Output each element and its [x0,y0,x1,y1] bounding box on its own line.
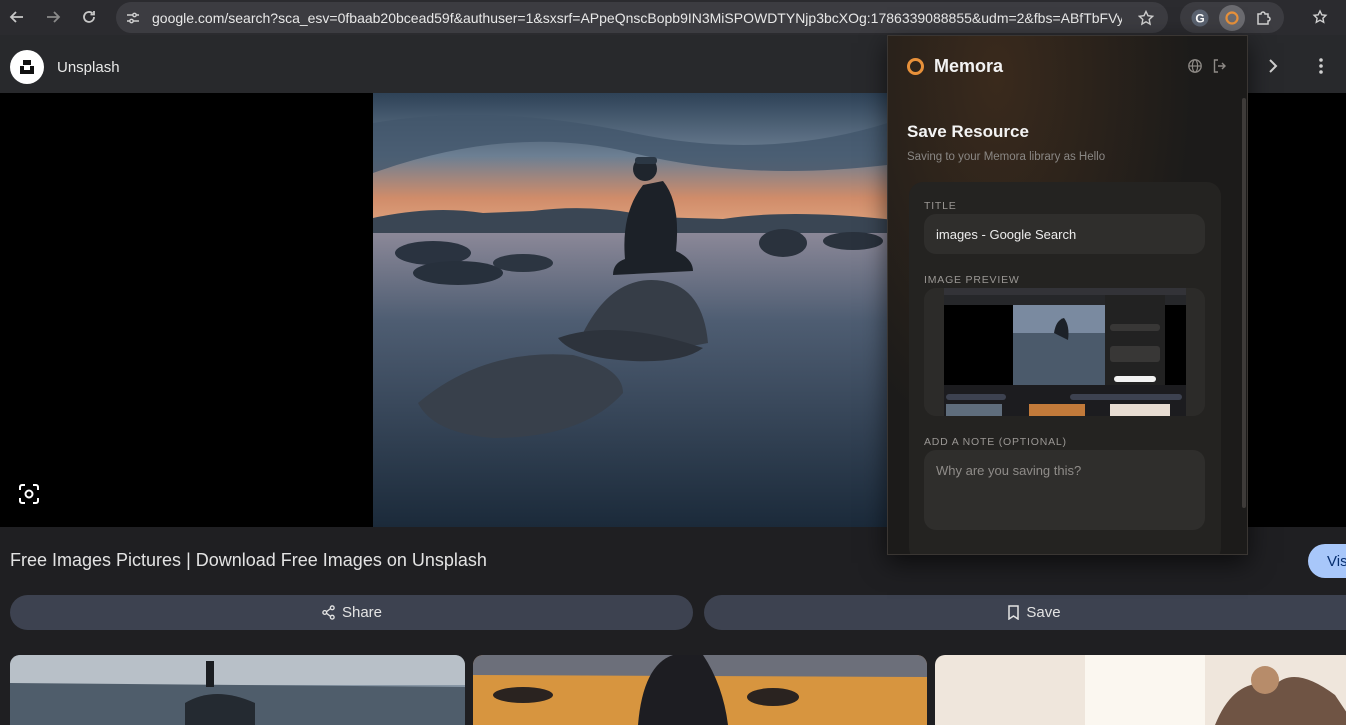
arrow-left-icon [9,11,23,23]
save-label: Save [1026,604,1061,621]
related-photo [935,655,1346,725]
brand-name: Memora [934,56,1004,76]
save-button[interactable]: Save [704,595,1346,630]
unsplash-logo-icon [20,60,34,74]
logout-icon [1213,59,1226,73]
grammar-extension-button[interactable]: G [1187,5,1213,31]
url-text[interactable]: google.com/search?sca_esv=0fbaab20bcead5… [152,10,1122,26]
related-image-3[interactable] [935,655,1346,725]
related-image-2[interactable] [473,655,927,725]
popup-header: Memora [907,56,1003,77]
star-list-icon [1312,9,1328,24]
memora-ring-icon [1225,10,1239,25]
memora-popup: Memora Save Resource Saving to your Memo… [887,35,1248,555]
open-web-app-button[interactable] [1187,58,1203,74]
chevron-right-icon [1269,59,1278,73]
star-icon [1138,10,1154,26]
more-vert-icon [1319,58,1323,74]
lens-search-button[interactable] [16,481,42,507]
more-options-button[interactable] [1310,55,1332,77]
image-preview [924,288,1205,416]
site-name[interactable]: Unsplash [57,59,120,76]
main-image[interactable] [373,93,903,527]
visit-button[interactable]: Vis [1308,544,1346,578]
next-result-button[interactable] [1262,55,1284,77]
screenshot-preview [924,288,1205,416]
lens-icon [19,484,39,504]
related-photo [473,655,927,725]
memora-logo-icon [907,58,924,75]
lake-sunset-photo [373,93,903,527]
popup-scrollbar[interactable] [1242,98,1246,508]
title-field[interactable]: images - Google Search [924,214,1205,254]
extensions-menu-button[interactable] [1251,5,1277,31]
result-title[interactable]: Free Images Pictures | Download Free Ima… [10,550,487,571]
note-label: ADD A NOTE (OPTIONAL) [924,436,1067,448]
logout-button[interactable] [1212,58,1228,74]
bookmarks-button[interactable] [1310,7,1332,29]
popup-heading: Save Resource [907,122,1029,141]
related-photo [10,655,465,725]
note-field[interactable]: Why are you saving this? [924,450,1205,530]
globe-icon [1188,59,1202,73]
image-preview-label: IMAGE PREVIEW [924,274,1020,286]
arrow-right-icon [47,11,61,23]
svg-text:G: G [1195,11,1204,25]
share-label: Share [341,604,383,621]
tune-icon [127,12,139,23]
reload-icon [83,11,95,23]
reload-button[interactable] [72,0,106,34]
grammar-g-icon: G [1191,9,1209,26]
site-logo[interactable] [10,50,44,84]
title-label: TITLE [924,200,957,212]
browser-toolbar: google.com/search?sca_esv=0fbaab20bcead5… [0,0,1346,35]
back-button[interactable] [0,0,34,34]
address-bar[interactable]: google.com/search?sca_esv=0fbaab20bcead5… [116,2,1168,33]
site-info-button[interactable] [118,2,148,33]
share-button[interactable]: Share [10,595,693,630]
forward-button[interactable] [36,0,70,34]
popup-subtitle: Saving to your Memora library as Hello [907,151,1106,163]
memora-extension-button[interactable] [1219,4,1245,31]
puzzle-icon [1257,10,1271,25]
bookmark-star-button[interactable] [1136,8,1156,28]
bookmark-icon [1008,605,1020,620]
related-image-1[interactable] [10,655,465,725]
extensions-area: G [1180,2,1284,33]
share-icon [322,605,335,620]
